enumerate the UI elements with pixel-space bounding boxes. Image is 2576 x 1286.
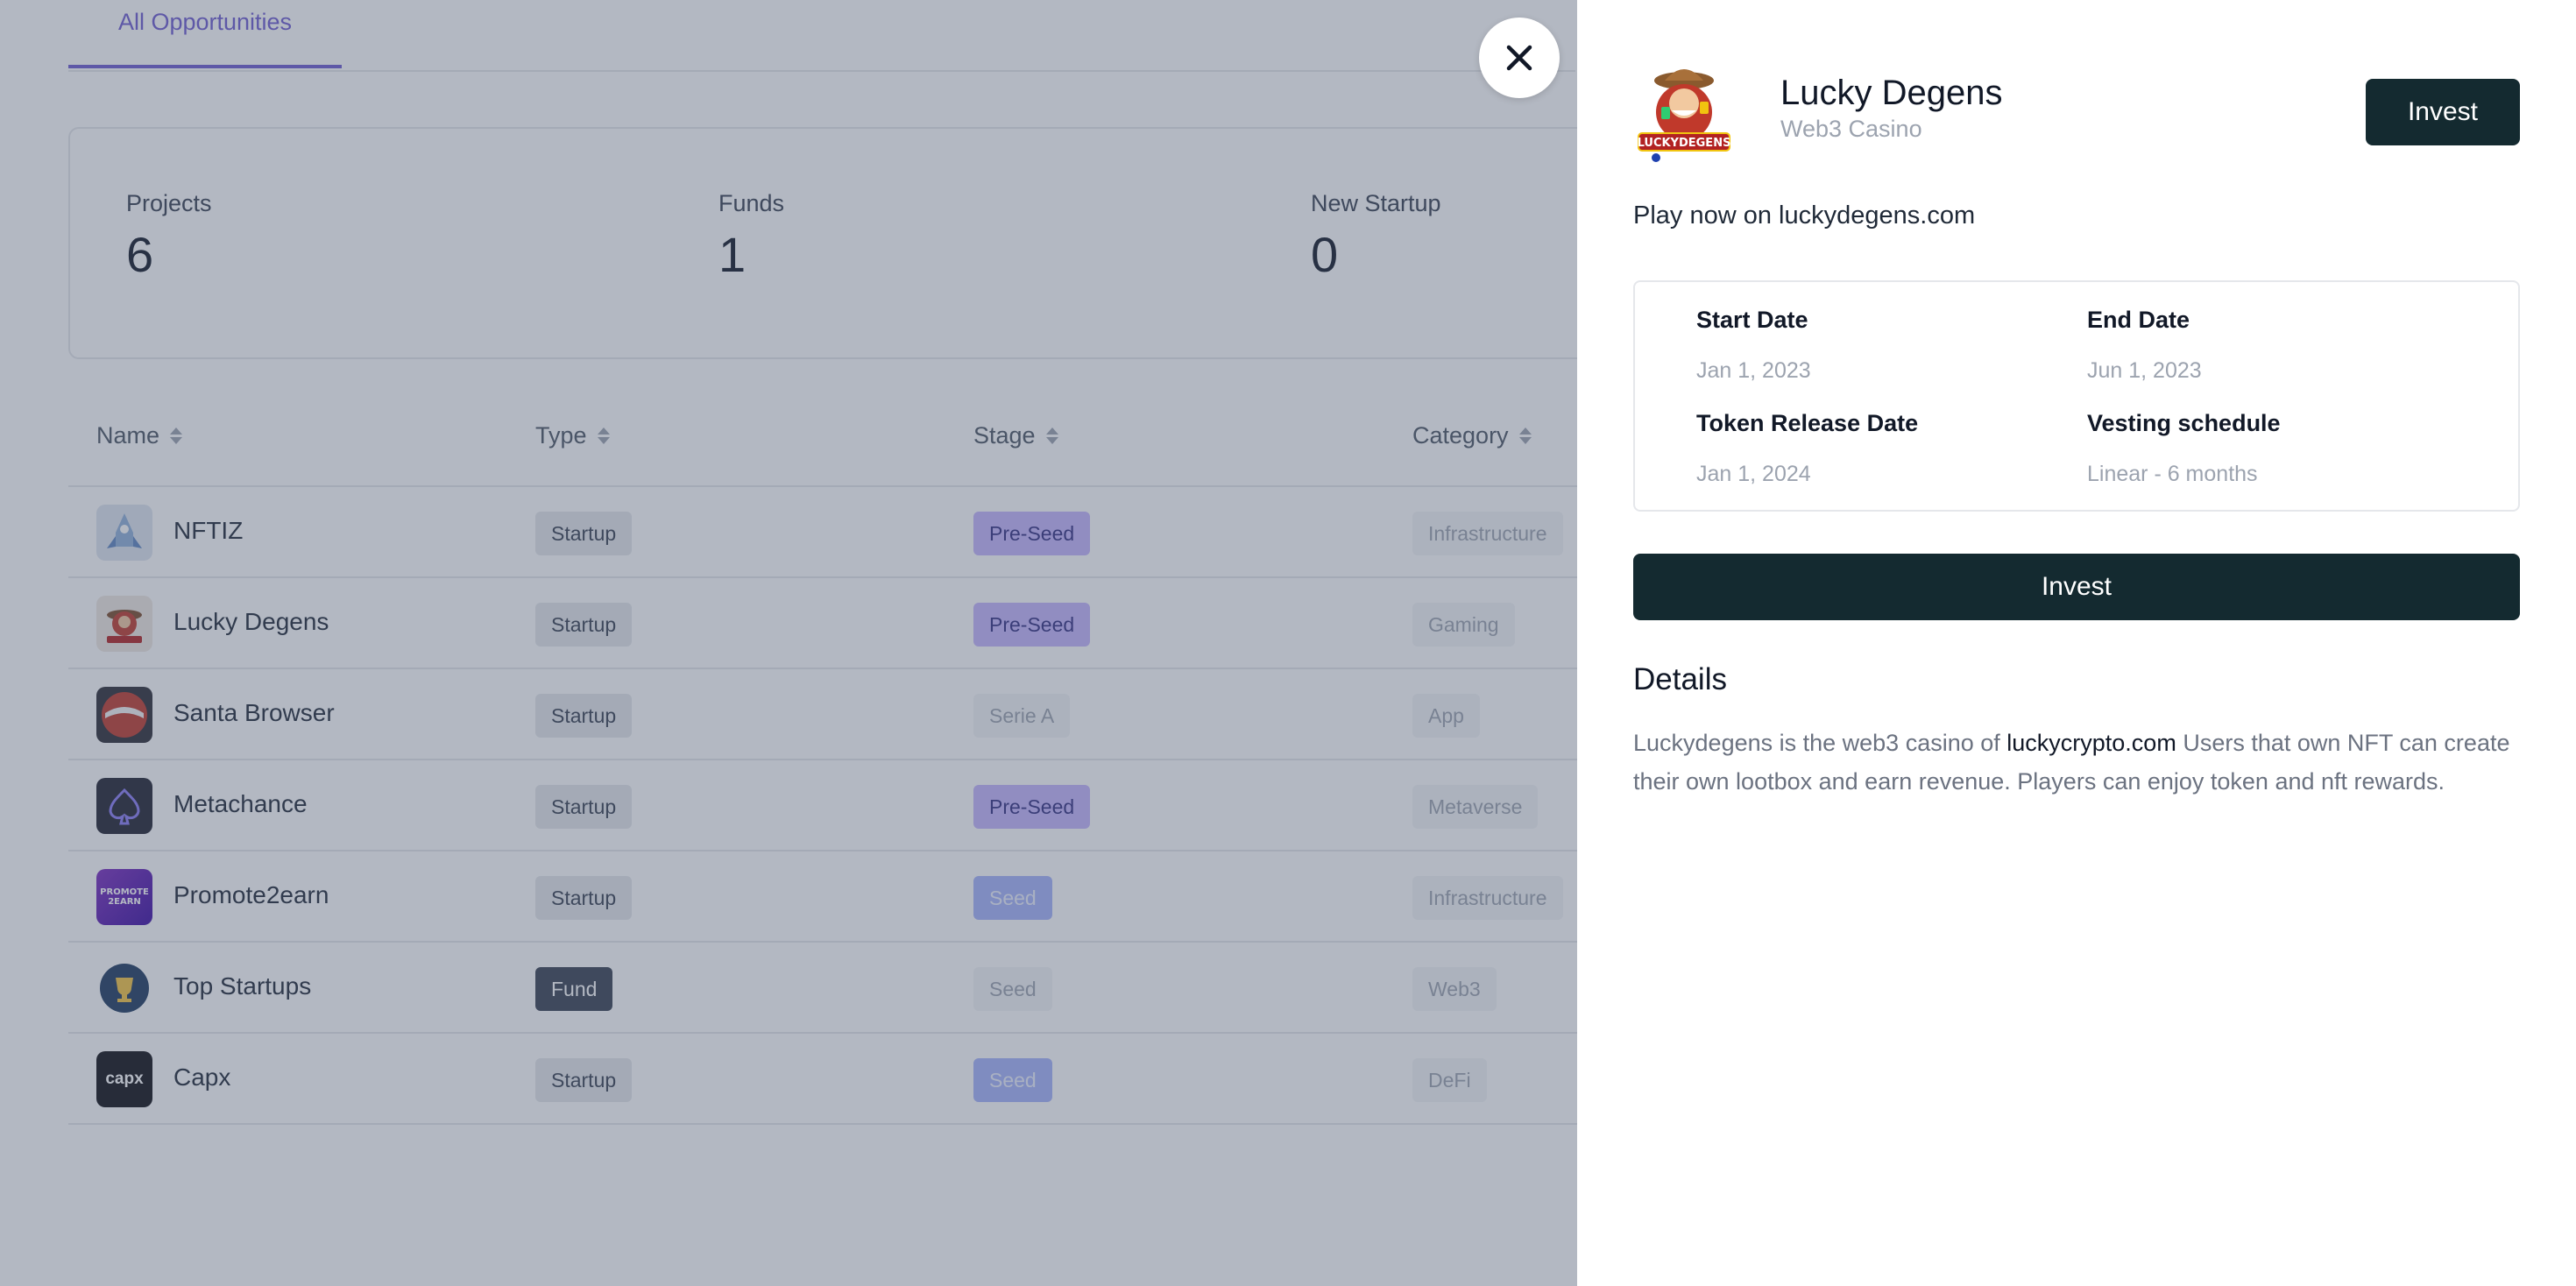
- info-label: Token Release Date: [1696, 410, 1919, 436]
- project-subtitle: Web3 Casino: [1780, 116, 1922, 142]
- project-tagline: Play now on luckydegens.com: [1633, 201, 1976, 230]
- vesting-schedule: Vesting schedule Linear - 6 months: [2087, 410, 2281, 487]
- info-label: Start Date: [1696, 307, 1808, 333]
- info-label: End Date: [2087, 307, 2190, 333]
- project-title: Lucky Degens: [1780, 74, 2003, 112]
- project-logo: LUCKYDEGENS: [1630, 58, 1738, 166]
- details-text: Luckydegens is the web3 casino of: [1633, 730, 2007, 756]
- details-description: Luckydegens is the web3 casino of luckyc…: [1633, 724, 2520, 801]
- modal-overlay[interactable]: [0, 0, 1577, 1286]
- start-date: Start Date Jan 1, 2023: [1696, 307, 1811, 384]
- invest-button[interactable]: Invest: [2366, 79, 2520, 145]
- info-value: Jun 1, 2023: [2087, 358, 2202, 383]
- project-detail-panel: LUCKYDEGENS Lucky Degens Web3 Casino Inv…: [1577, 0, 2576, 1286]
- info-value: Jan 1, 2023: [1696, 358, 1811, 383]
- info-label: Vesting schedule: [2087, 410, 2281, 436]
- svg-text:LUCKYDEGENS: LUCKYDEGENS: [1638, 137, 1731, 150]
- token-release-date: Token Release Date Jan 1, 2024: [1696, 410, 1918, 487]
- luckycrypto-link[interactable]: luckycrypto.com: [2006, 730, 2176, 756]
- close-icon: [1506, 45, 1532, 71]
- info-value: Linear - 6 months: [2087, 462, 2258, 486]
- details-heading: Details: [1633, 662, 1727, 696]
- invest-wide-button[interactable]: Invest: [1633, 554, 2520, 620]
- info-value: Jan 1, 2024: [1696, 462, 1811, 486]
- end-date: End Date Jun 1, 2023: [2087, 307, 2202, 384]
- project-info-box: Start Date Jan 1, 2023 End Date Jun 1, 2…: [1633, 280, 2520, 512]
- close-button[interactable]: [1479, 18, 1560, 98]
